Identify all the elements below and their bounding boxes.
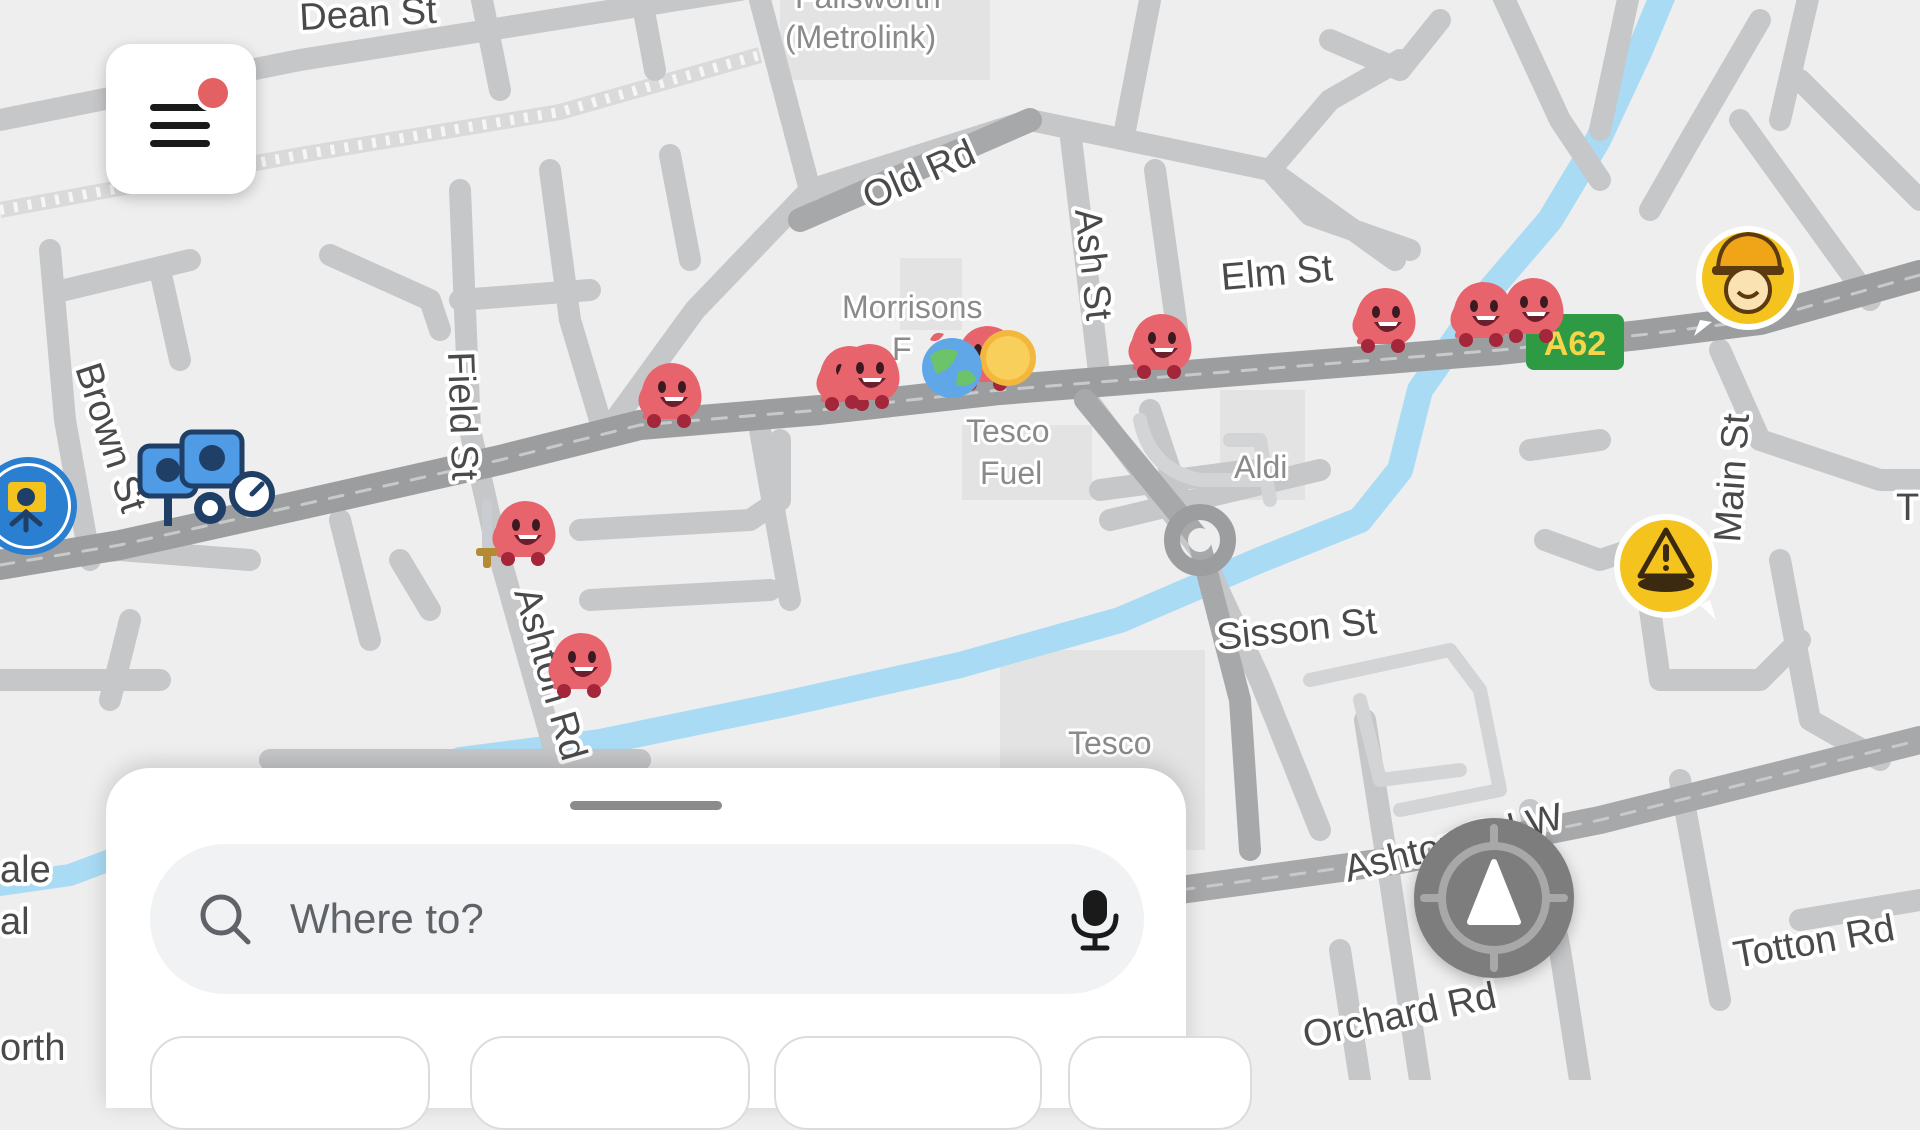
poi-label-morrisons: Morrisons xyxy=(842,289,982,325)
edge-label-orth: orth xyxy=(0,1027,65,1069)
notification-dot xyxy=(194,74,232,112)
edge-label-al: al xyxy=(0,901,30,943)
metrolink-label-top: Failsworth xyxy=(795,0,941,15)
edge-label-t: T xyxy=(1896,487,1919,529)
menu-icon-bar xyxy=(150,122,210,129)
search-icon xyxy=(200,894,251,945)
recenter-icon xyxy=(1420,824,1568,972)
shortcut-chip[interactable] xyxy=(150,1036,430,1130)
metrolink-label: (Metrolink) xyxy=(785,19,936,55)
microphone-icon[interactable] xyxy=(1068,888,1122,952)
street-label-main-st: Main St xyxy=(1707,412,1758,544)
search-input[interactable] xyxy=(290,884,990,954)
bottom-sheet[interactable] xyxy=(106,768,1252,1130)
menu-icon-bar xyxy=(150,140,210,147)
shortcut-chip[interactable] xyxy=(470,1036,750,1130)
search-bar[interactable] xyxy=(150,844,1144,994)
sheet-grabber[interactable] xyxy=(570,801,722,810)
poi-label-tesco-fuel-2: Fuel xyxy=(980,455,1042,491)
poi-label-aldi: Aldi xyxy=(1234,449,1287,485)
speed-camera-icon[interactable] xyxy=(0,457,77,555)
poi-label-tesco-fuel-1: Tesco xyxy=(966,413,1050,449)
shortcut-chip[interactable] xyxy=(774,1036,1042,1130)
street-label-field-st: Field St xyxy=(439,351,485,482)
poi-label-tesco: Tesco xyxy=(1068,725,1152,761)
menu-button[interactable] xyxy=(106,44,256,194)
edge-label-ale: ale xyxy=(0,849,51,891)
shortcut-chip[interactable] xyxy=(1068,1036,1252,1130)
recenter-button[interactable] xyxy=(1414,818,1574,978)
